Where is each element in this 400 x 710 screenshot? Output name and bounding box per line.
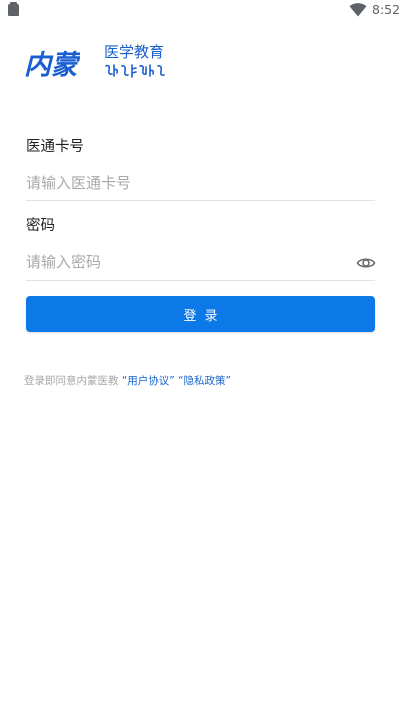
sim-card-icon [8, 2, 19, 16]
agreement-text: 登录即同意内蒙医教 “用户协议” “隐私政策” [24, 374, 231, 388]
login-button[interactable]: 登录 [26, 296, 375, 332]
logo-title: 医学教育 [104, 43, 165, 61]
password-label: 密码 [26, 218, 55, 234]
app-logo: 内蒙 医学教育 [24, 40, 165, 90]
card-number-divider [26, 200, 375, 201]
logo-mark-text: 内蒙 [24, 50, 80, 81]
logo-mark: 内蒙 [24, 50, 80, 81]
card-number-label: 医通卡号 [26, 139, 84, 155]
password-divider [26, 280, 375, 281]
user-agreement-link[interactable]: “用户协议” [122, 375, 175, 387]
password-input[interactable] [26, 247, 348, 277]
status-time: 8:52 [372, 2, 400, 17]
privacy-policy-link[interactable]: “隐私政策” [178, 375, 231, 387]
card-number-input[interactable] [26, 168, 375, 198]
mongolian-script-logo [105, 64, 165, 78]
wifi-icon [349, 3, 367, 17]
agreement-prefix: 登录即同意内蒙医教 [24, 375, 119, 387]
eye-icon[interactable] [356, 253, 376, 273]
status-bar: 8:52 [0, 0, 400, 22]
